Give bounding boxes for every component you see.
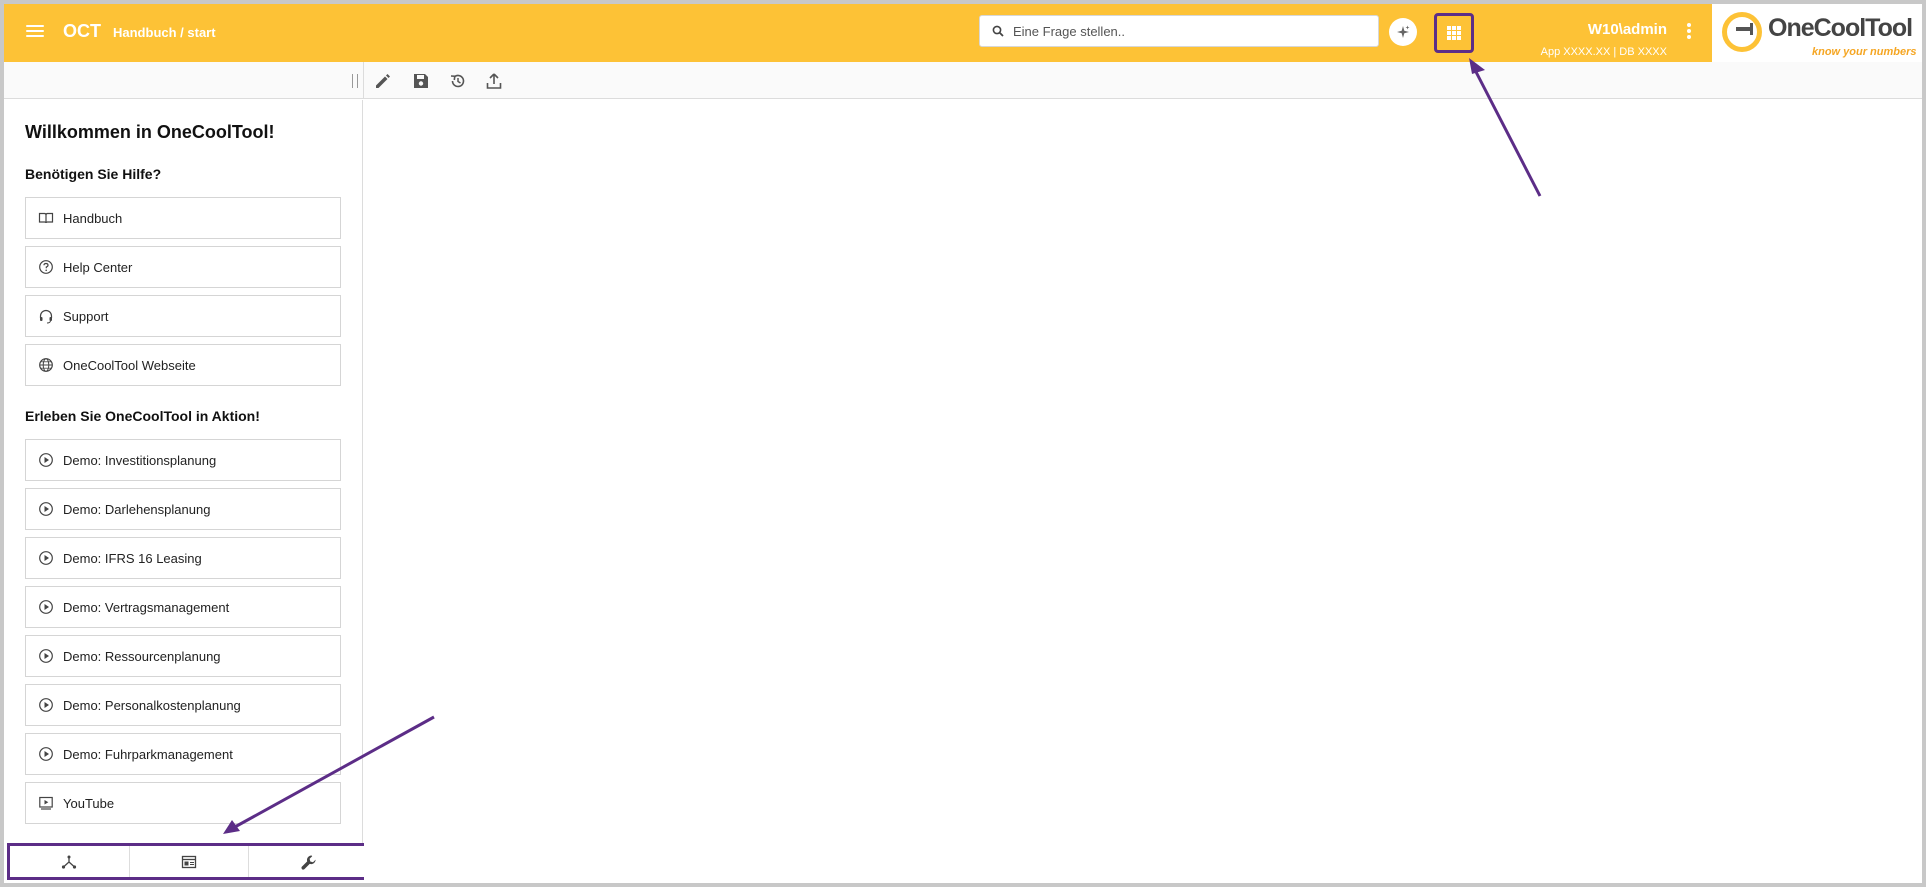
- tab-settings[interactable]: [248, 846, 366, 877]
- play-circle-icon: [39, 600, 53, 614]
- globe-icon: [39, 358, 53, 372]
- demo-item-fuhrparkmanagement[interactable]: Demo: Fuhrparkmanagement: [25, 733, 341, 775]
- splitter-handle[interactable]: [352, 74, 358, 88]
- breadcrumb[interactable]: Handbuch / start: [113, 25, 216, 40]
- ai-sparkle-button[interactable]: [1389, 18, 1417, 46]
- help-item-label: Handbuch: [63, 211, 123, 226]
- help-item-help-center[interactable]: Help Center: [25, 246, 341, 288]
- welcome-title: Willkommen in OneCoolTool!: [25, 122, 275, 142]
- search-input[interactable]: [1013, 16, 1373, 46]
- wrench-icon: [301, 855, 316, 870]
- demo-item-youtube[interactable]: YouTube: [25, 782, 341, 824]
- history-icon[interactable]: [446, 69, 470, 93]
- logo-tagline: know your numbers: [1812, 46, 1917, 58]
- help-item-label: Support: [63, 309, 109, 324]
- demo-item-label: YouTube: [63, 796, 115, 811]
- main-content-area: [364, 100, 1922, 883]
- user-name[interactable]: W10\admin: [1588, 21, 1667, 38]
- play-circle-icon: [39, 698, 53, 712]
- window-icon: [181, 855, 197, 869]
- demo-item-investitionsplanung[interactable]: Demo: Investitionsplanung: [25, 439, 341, 481]
- play-circle-icon: [39, 649, 53, 663]
- sidebar-bottom-tabs: [7, 843, 367, 880]
- app-version-info: App XXXX.XX | DB XXXX: [1540, 46, 1667, 58]
- hierarchy-icon: [61, 855, 77, 869]
- toolbar-divider: [363, 62, 364, 99]
- demo-item-label: Demo: Investitionsplanung: [63, 453, 217, 468]
- save-icon[interactable]: [409, 69, 433, 93]
- demo-item-ressourcenplanung[interactable]: Demo: Ressourcenplanung: [25, 635, 341, 677]
- help-item-website[interactable]: OneCoolTool Webseite: [25, 344, 341, 386]
- demo-item-label: Demo: Fuhrparkmanagement: [63, 747, 233, 762]
- search-icon: [992, 25, 1004, 37]
- sidebar: Willkommen in OneCoolTool! Benötigen Sie…: [4, 100, 363, 843]
- hamburger-menu-icon[interactable]: [22, 22, 48, 44]
- demo-item-label: Demo: Vertragsmanagement: [63, 600, 230, 615]
- edit-icon[interactable]: [371, 69, 395, 93]
- play-circle-icon: [39, 551, 53, 565]
- help-item-handbuch[interactable]: Handbuch: [25, 197, 341, 239]
- demo-section-title: Erleben Sie OneCoolTool in Aktion!: [25, 408, 260, 424]
- help-item-support[interactable]: Support: [25, 295, 341, 337]
- youtube-icon: [39, 796, 53, 810]
- grid-icon: [1447, 26, 1461, 40]
- logo-text: OneCoolTool: [1768, 14, 1913, 42]
- demo-item-label: Demo: IFRS 16 Leasing: [63, 551, 202, 566]
- header-bar: OCT Handbuch / start W10\admin App XXXX.…: [4, 4, 1922, 62]
- tab-window[interactable]: [129, 846, 247, 877]
- demo-item-label: Demo: Darlehensplanung: [63, 502, 211, 517]
- demo-item-label: Demo: Personalkostenplanung: [63, 698, 241, 713]
- demo-item-darlehensplanung[interactable]: Demo: Darlehensplanung: [25, 488, 341, 530]
- help-circle-icon: [39, 260, 53, 274]
- app-code: OCT: [63, 21, 101, 41]
- logo: OneCoolTool know your numbers: [1712, 4, 1922, 62]
- play-circle-icon: [39, 502, 53, 516]
- demo-item-personalkostenplanung[interactable]: Demo: Personalkostenplanung: [25, 684, 341, 726]
- toolbar: [4, 62, 1922, 99]
- search-box[interactable]: [979, 15, 1379, 47]
- help-item-label: Help Center: [63, 260, 133, 275]
- demo-item-ifrs16-leasing[interactable]: Demo: IFRS 16 Leasing: [25, 537, 341, 579]
- demo-item-label: Demo: Ressourcenplanung: [63, 649, 221, 664]
- upload-icon[interactable]: [482, 69, 506, 93]
- demo-item-vertragsmanagement[interactable]: Demo: Vertragsmanagement: [25, 586, 341, 628]
- app-launcher-button[interactable]: [1434, 13, 1474, 53]
- book-icon: [38, 212, 54, 224]
- tab-hierarchy[interactable]: [10, 846, 128, 877]
- sparkle-icon: [1397, 25, 1410, 38]
- help-item-label: OneCoolTool Webseite: [63, 358, 196, 373]
- headset-icon: [39, 309, 53, 324]
- play-circle-icon: [39, 747, 53, 761]
- logo-mark-icon: [1722, 12, 1762, 52]
- more-vert-icon[interactable]: [1684, 22, 1694, 44]
- help-section-title: Benötigen Sie Hilfe?: [25, 166, 162, 182]
- play-circle-icon: [39, 453, 53, 467]
